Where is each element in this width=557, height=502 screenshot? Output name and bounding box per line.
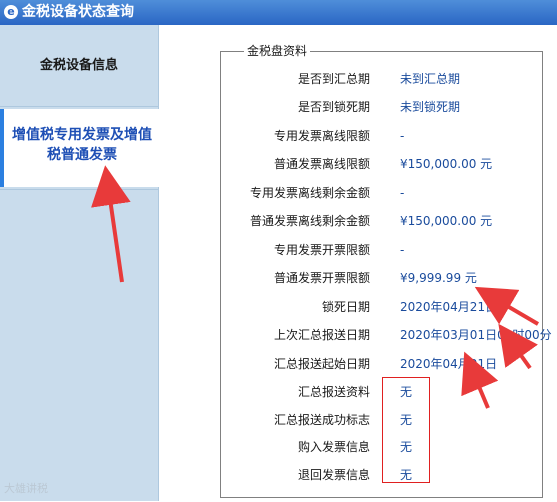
tab-vat-invoices-label: 增值税专用发票及增值税普通发票 [12,127,152,163]
info-row-label: 是否到锁死期 [297,100,370,114]
info-row-value: 未到汇总期 [400,72,461,86]
info-row-label: 专用发票离线限额 [273,129,370,143]
info-row-value: 2020年04月21日 [400,300,498,314]
sidebar-empty-area [0,189,158,502]
info-row-value: ¥150,000.00 元 [400,157,493,171]
info-row-label: 购入发票信息 [297,440,370,454]
tab-device-info[interactable]: 金税设备信息 [0,25,158,107]
watermark-text: 大雄讲税 [4,482,48,495]
tab-device-info-label: 金税设备信息 [39,58,118,73]
info-row-label: 普通发票离线限额 [273,157,370,171]
info-row-label: 退回发票信息 [297,468,370,482]
info-row-label: 普通发票离线剩余金额 [249,214,370,228]
info-row-label: 专用发票离线剩余金额 [249,186,370,200]
window-title: 金税设备状态查询 [22,4,134,20]
info-row-value: - [400,186,405,200]
group-legend: 金税盘资料 [244,42,311,59]
info-row-label: 是否到汇总期 [297,72,370,86]
tab-vat-invoices[interactable]: 增值税专用发票及增值税普通发票 [0,109,160,187]
info-row-label: 上次汇总报送日期 [273,328,370,342]
info-row-value: 2020年04月01日 [400,357,498,371]
info-row-label: 锁死日期 [321,300,370,314]
app-logo-icon: e [4,5,18,19]
info-row-value: 未到锁死期 [400,100,461,114]
info-row-label: 汇总报送成功标志 [273,413,370,427]
info-row-value: ¥9,999.99 元 [400,271,477,285]
annotation-highlight-box [382,377,430,483]
info-row-label: 普通发票开票限额 [273,271,370,285]
info-row-value: - [400,243,405,257]
info-row-label: 汇总报送起始日期 [273,357,370,371]
info-row-value: ¥150,000.00 元 [400,214,493,228]
info-row-label: 专用发票开票限额 [273,243,370,257]
sidebar: 金税设备信息 增值税专用发票及增值税普通发票 [0,25,160,502]
info-row-label: 汇总报送资料 [297,385,370,399]
info-row-value: 2020年03月01日00时00分 [400,328,552,342]
watermark: 大雄讲税 [4,480,48,496]
title-bar: e 金税设备状态查询 [0,0,557,25]
info-row-value: - [400,129,405,143]
